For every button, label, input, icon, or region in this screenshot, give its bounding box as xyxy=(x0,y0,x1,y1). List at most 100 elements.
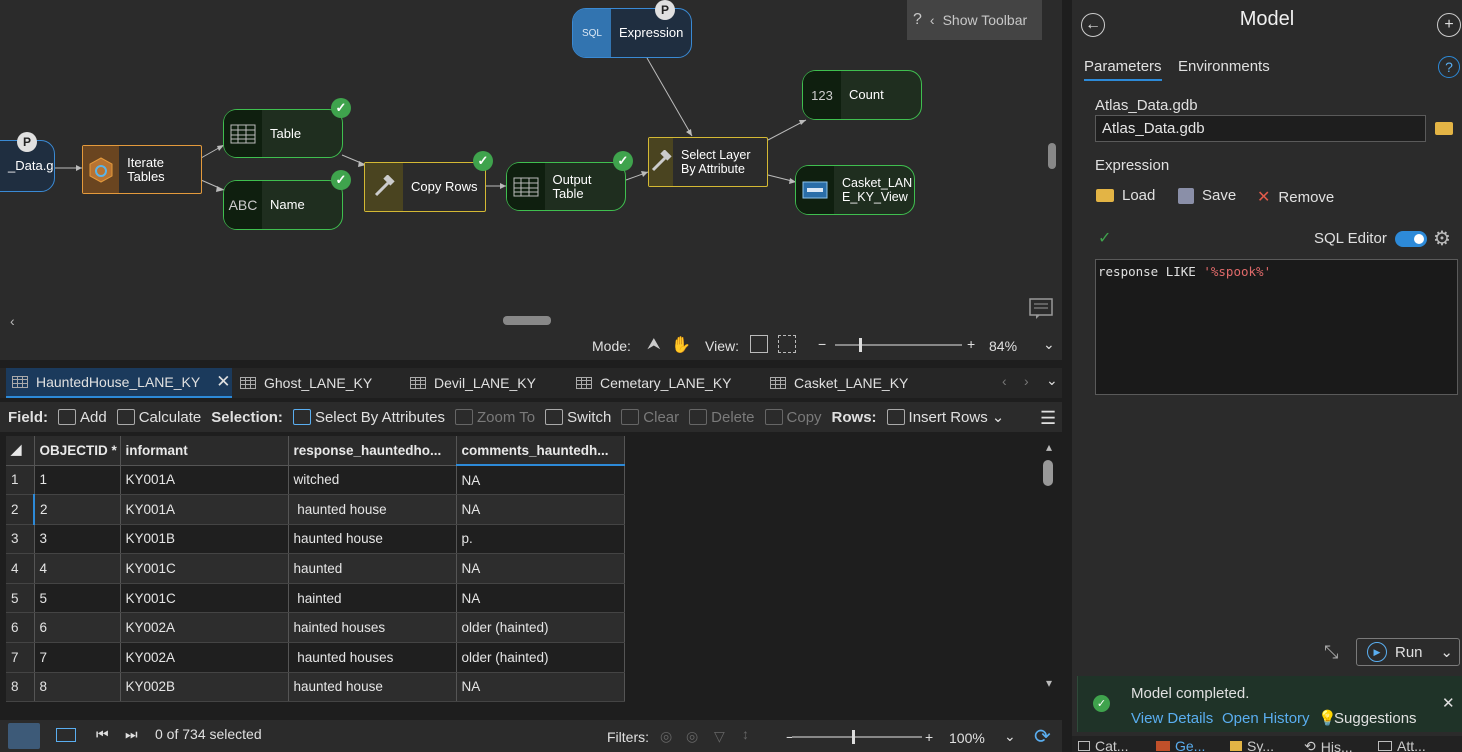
table-cell[interactable]: 2 xyxy=(34,494,121,525)
filter-extent-icon[interactable]: ◎ xyxy=(660,728,672,745)
remove-button[interactable]: ✕ Remove xyxy=(1257,187,1334,207)
table-zoom-thumb[interactable] xyxy=(852,730,855,744)
table-row[interactable]: 2 2 KY001A haunted house NA xyxy=(6,494,625,525)
table-cell[interactable]: hainted houses xyxy=(288,612,457,644)
table-cell[interactable]: haunted house xyxy=(288,524,457,555)
gdb-input[interactable]: Atlas_Data.gdb xyxy=(1095,115,1426,142)
table-cell[interactable]: 1 xyxy=(34,465,121,496)
node-expression[interactable]: SQL Expression xyxy=(572,8,692,58)
table-zoom-value[interactable]: 100% xyxy=(949,730,985,746)
dock-tab-geoprocessing[interactable]: Ge... xyxy=(1156,738,1205,752)
zoom-to-button[interactable]: Zoom To xyxy=(455,409,535,426)
pane-divider[interactable] xyxy=(1062,0,1072,752)
full-extent-icon[interactable] xyxy=(778,335,796,353)
table-row[interactable]: 8 8 KY002B haunted house NA xyxy=(6,672,625,703)
table-cell[interactable]: KY001A xyxy=(120,494,289,525)
scroll-up-icon[interactable]: ▴ xyxy=(1046,440,1052,454)
table-zoom-in[interactable]: + xyxy=(925,729,933,745)
table-cell[interactable]: p. xyxy=(456,524,625,555)
last-record-button[interactable]: ⏭ xyxy=(125,726,138,743)
table-cell[interactable]: older (hainted) xyxy=(456,612,625,644)
view-details-link[interactable]: View Details xyxy=(1131,710,1213,727)
help-icon[interactable]: ? xyxy=(1438,56,1460,78)
chevron-down-icon[interactable]: ⌄ xyxy=(1004,728,1016,745)
table-vertical-scrollbar[interactable] xyxy=(1043,460,1053,486)
batch-icon[interactable]: ⤡ xyxy=(1324,642,1338,663)
calculate-button[interactable]: Calculate xyxy=(116,409,201,426)
tab-devil[interactable]: Devil_LANE_KY xyxy=(410,368,536,398)
canvas-horizontal-scrollbar[interactable] xyxy=(503,316,551,325)
chevron-down-icon[interactable]: ⌄ xyxy=(1043,336,1055,353)
scroll-down-icon[interactable]: ▾ xyxy=(1046,676,1052,690)
menu-icon[interactable]: ☰ xyxy=(1040,408,1056,429)
table-cell[interactable]: haunted house xyxy=(288,672,457,703)
close-icon[interactable]: ✕ xyxy=(1442,694,1455,712)
column-header-comments[interactable]: comments_hauntedh... xyxy=(456,436,625,466)
node-count[interactable]: 123 Count xyxy=(802,70,922,120)
table-cell[interactable]: haunted houses xyxy=(288,642,457,673)
overview-icon[interactable] xyxy=(1028,296,1054,320)
dock-tab-attributes[interactable]: Att... xyxy=(1378,738,1426,752)
table-cell[interactable]: KY001B xyxy=(120,524,289,555)
tab-ghost[interactable]: Ghost_LANE_KY xyxy=(240,368,372,398)
first-record-button[interactable]: ⏮ xyxy=(96,726,109,743)
column-header-objectid[interactable]: OBJECTID * xyxy=(34,436,121,466)
folder-icon[interactable] xyxy=(1435,122,1453,135)
filter-time-icon[interactable]: ◎ xyxy=(686,728,698,745)
column-header-response[interactable]: response_hauntedho... xyxy=(288,436,457,466)
close-icon[interactable]: ✕ xyxy=(216,372,230,392)
canvas-zoom-thumb[interactable] xyxy=(859,338,862,352)
filter-range-icon[interactable]: ↕ xyxy=(742,726,749,742)
node-select-layer-by-attribute[interactable]: Select Layer By Attribute xyxy=(648,137,768,187)
table-zoom-slider[interactable] xyxy=(792,730,922,744)
table-cell[interactable]: 8 xyxy=(34,672,121,703)
node-copy-rows[interactable]: Copy Rows xyxy=(364,162,486,212)
suggestions-link[interactable]: Suggestions xyxy=(1334,710,1417,727)
table-cell[interactable]: NA xyxy=(456,553,625,584)
canvas-zoom-value[interactable]: 84% xyxy=(989,338,1017,354)
node-output-table[interactable]: Output Table xyxy=(506,162,626,211)
table-row[interactable]: 3 3 KY001B haunted house p. xyxy=(6,524,625,555)
table-cell[interactable]: KY002A xyxy=(120,612,289,644)
table-cell[interactable]: witched xyxy=(288,465,457,496)
model-canvas[interactable]: _Data.g P Iterate Tables Table ✓ ABC Nam… xyxy=(0,0,1062,332)
table-row[interactable]: 4 4 KY001C haunted NA xyxy=(6,553,625,584)
tab-cemetary[interactable]: Cemetary_LANE_KY xyxy=(576,368,732,398)
refresh-icon[interactable]: ⟳ xyxy=(1034,724,1051,749)
row-number[interactable]: 8 xyxy=(6,672,35,703)
tab-parameters[interactable]: Parameters xyxy=(1084,58,1162,81)
scroll-left-icon[interactable]: ‹ xyxy=(10,313,15,329)
filter-definition-icon[interactable]: ▽ xyxy=(714,728,725,745)
save-button[interactable]: Save xyxy=(1178,187,1236,204)
table-cell[interactable]: KY002B xyxy=(120,672,289,703)
dock-tab-history[interactable]: ⟲ His... xyxy=(1304,738,1353,752)
open-history-link[interactable]: Open History xyxy=(1222,710,1310,727)
canvas-zoom-slider[interactable] xyxy=(835,338,962,352)
table-cell[interactable]: NA xyxy=(456,672,625,703)
table-cell[interactable]: NA xyxy=(456,494,625,525)
show-all-records-button[interactable] xyxy=(8,723,40,749)
clear-button[interactable]: Clear xyxy=(621,409,679,426)
node-table[interactable]: Table xyxy=(223,109,343,158)
table-cell[interactable]: KY001C xyxy=(120,553,289,584)
table-cell[interactable]: KY002A xyxy=(120,642,289,673)
add-field-button[interactable]: Add xyxy=(58,409,107,426)
pan-hand-icon[interactable]: ✋ xyxy=(671,335,691,355)
canvas-vertical-scrollbar[interactable] xyxy=(1048,143,1056,169)
table-cell[interactable]: haunted xyxy=(288,553,457,584)
tab-list-chevron-icon[interactable]: ⌄ xyxy=(1046,372,1058,389)
attribute-table[interactable]: ◢ OBJECTID * informant response_hauntedh… xyxy=(6,436,626,703)
load-button[interactable]: Load xyxy=(1096,187,1155,204)
delete-button[interactable]: Delete xyxy=(689,409,755,426)
column-header-informant[interactable]: informant xyxy=(120,436,289,466)
sql-expression-editor[interactable]: response LIKE '%spook%' xyxy=(1095,259,1458,395)
row-number[interactable]: 6 xyxy=(6,612,35,644)
row-number[interactable]: 3 xyxy=(6,524,35,555)
tab-casket[interactable]: Casket_LANE_KY xyxy=(770,368,908,398)
row-number[interactable]: 5 xyxy=(6,583,35,614)
insert-rows-button[interactable]: Insert Rows ⌄ xyxy=(886,408,1004,426)
zoom-out-button[interactable]: − xyxy=(818,336,826,352)
auto-layout-icon[interactable] xyxy=(750,335,768,353)
table-row[interactable]: 1 1 KY001A witched NA xyxy=(6,465,625,496)
tab-environments[interactable]: Environments xyxy=(1178,58,1270,75)
